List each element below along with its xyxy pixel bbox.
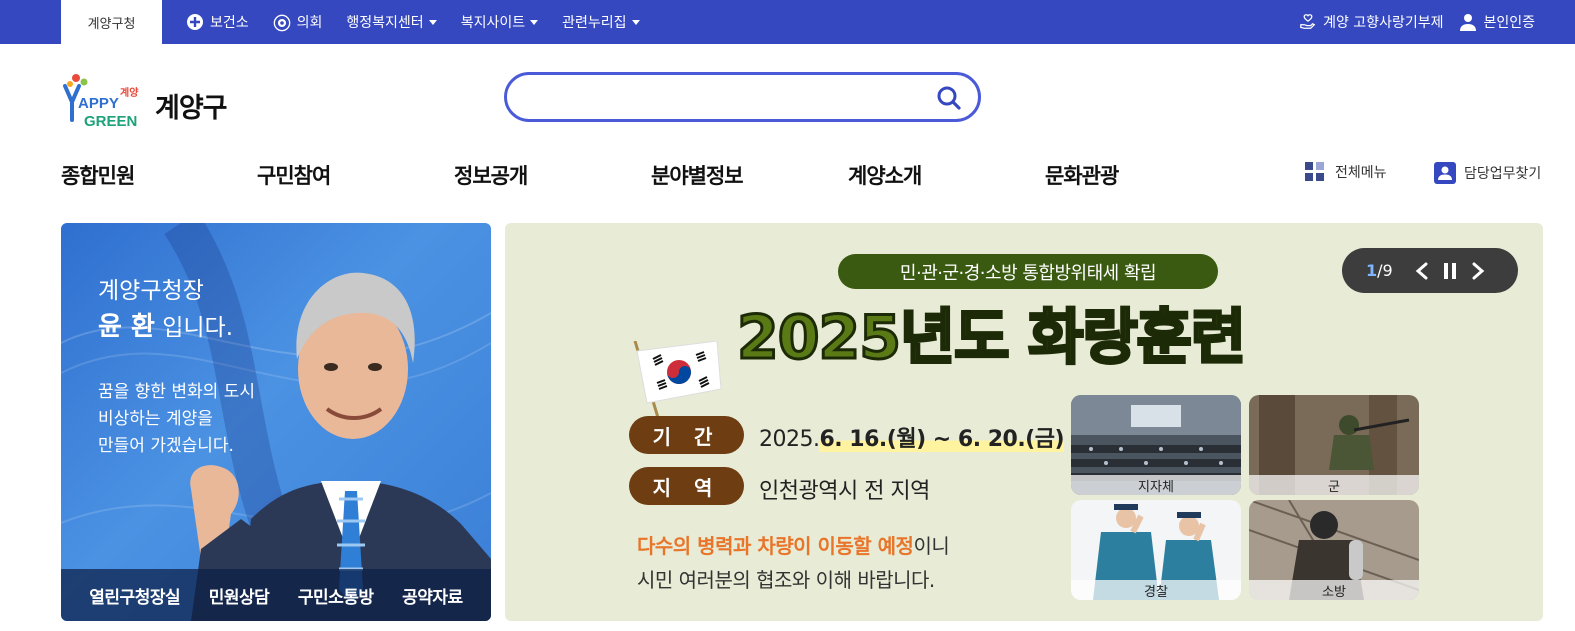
- korean-flag-icon: [633, 341, 722, 421]
- search-icon: [937, 86, 961, 110]
- logo-small-text: 계양: [120, 86, 139, 99]
- logo-happy-text: APPY: [78, 95, 119, 112]
- photo-military: 군: [1249, 395, 1419, 495]
- tab-gyeyang-office[interactable]: 계양구청: [61, 0, 162, 44]
- search-box: [504, 72, 981, 122]
- link-identity-verification-label: 본인인증: [1483, 15, 1535, 31]
- slider-controls: 1/9: [1342, 248, 1518, 293]
- dropdown-related-sites[interactable]: 관련누리집: [562, 12, 640, 32]
- dropdown-welfare-site[interactable]: 복지사이트: [460, 12, 539, 32]
- all-menu-label: 전체메뉴: [1335, 165, 1387, 181]
- staff-search-icon: [1434, 162, 1456, 184]
- mayor-name: 윤 환: [98, 312, 155, 342]
- period-value: 6. 16.(월) ~ 6. 20.(금): [819, 427, 1065, 452]
- nav-information[interactable]: 정보공개: [454, 160, 528, 190]
- all-menu-button[interactable]: 전체메뉴: [1305, 162, 1387, 182]
- dropdown-welfare-site-label: 복지사이트: [460, 15, 526, 31]
- mayor-name-suffix: 입니다.: [154, 315, 234, 341]
- banner-subtitle-pill: 민·관·군·경·소방 통합방위태세 확립: [838, 254, 1218, 289]
- link-communication-room[interactable]: 구민소통방: [298, 583, 374, 608]
- link-hometown-donation[interactable]: 계양 고향사랑기부제: [1299, 12, 1443, 32]
- nav-culture-tourism[interactable]: 문화관광: [1045, 160, 1119, 190]
- user-icon: [1459, 13, 1477, 31]
- site-logo[interactable]: APPY GREEN 계양 계양구: [62, 72, 262, 132]
- photo-fire-department: 소방: [1249, 500, 1419, 600]
- banner-headline: 2025년도 화랑훈련: [735, 302, 1247, 375]
- link-open-mayor-office[interactable]: 열린구청장실: [89, 583, 180, 608]
- caret-down-icon: [428, 19, 437, 25]
- pause-icon: [1444, 262, 1456, 279]
- donation-hand-icon: [1299, 13, 1317, 31]
- slogan-line-3: 만들어 가겠습니다.: [98, 436, 234, 456]
- site-title: 계양구: [155, 93, 228, 124]
- photo-local-government: 지자체: [1071, 395, 1241, 495]
- caret-down-icon: [631, 19, 640, 25]
- slide-counter: 1/9: [1366, 261, 1408, 280]
- link-health-center-label: 보건소: [210, 15, 249, 31]
- search-input[interactable]: [527, 85, 927, 111]
- chevron-right-icon: [1472, 262, 1485, 279]
- health-center-icon: [186, 13, 204, 31]
- link-identity-verification[interactable]: 본인인증: [1459, 12, 1535, 32]
- link-council[interactable]: 의회: [273, 12, 323, 32]
- slide-pause-button[interactable]: [1436, 257, 1464, 285]
- notice-line-2: 시민 여러분의 협조와 이해 바랍니다.: [637, 568, 935, 592]
- nav-about-gyeyang[interactable]: 계양소개: [848, 160, 922, 190]
- caret-down-icon: [530, 19, 539, 25]
- dropdown-admin-center-label: 행정복지센터: [346, 15, 424, 31]
- main-banner-slide[interactable]: 민·관·군·경·소방 통합방위태세 확립 2025년도 화랑훈련 기 간 202…: [505, 223, 1543, 621]
- period-badge: 기 간: [629, 416, 744, 454]
- photo-police: 경찰: [1071, 500, 1241, 600]
- find-duty-label: 담당업무찾기: [1464, 166, 1542, 182]
- period-prefix: 2025.: [759, 427, 820, 452]
- top-utility-bar: 계양구청 보건소 의회 행정복지센터 복지사이트 관련누리집 계양 고향사랑기부…: [0, 0, 1575, 44]
- notice-line-1: 다수의 병력과 차량이 이동할 예정이니: [637, 529, 950, 563]
- find-duty-button[interactable]: 담당업무찾기: [1434, 162, 1541, 184]
- mayor-greeting: 계양구청장 윤 환 입니다.: [98, 273, 233, 346]
- council-emblem-icon: [273, 13, 291, 32]
- mayor-panel[interactable]: 계양구청장 윤 환 입니다. 꿈을 향한 변화의 도시 비상하는 계양을 만들어…: [61, 223, 491, 621]
- mayor-quick-links: 열린구청장실 민원상담 구민소통방 공약자료: [61, 569, 491, 621]
- mayor-name-line: 윤 환 입니다.: [98, 309, 233, 346]
- banner-notice: 다수의 병력과 차량이 이동할 예정이니 시민 여러분의 협조와 이해 바랍니다…: [637, 529, 950, 597]
- top-right-links: 계양 고향사랑기부제 본인인증: [1283, 0, 1535, 44]
- photo-caption: 군: [1249, 475, 1419, 495]
- nav-participation[interactable]: 구민참여: [257, 160, 331, 190]
- link-health-center[interactable]: 보건소: [186, 12, 249, 32]
- slide-next-button[interactable]: [1464, 257, 1492, 285]
- nav-field-info[interactable]: 분야별정보: [651, 160, 744, 190]
- search-button[interactable]: [936, 85, 962, 111]
- region-badge: 지 역: [629, 467, 744, 505]
- photo-caption: 지자체: [1071, 475, 1241, 495]
- link-hometown-donation-label: 계양 고향사랑기부제: [1323, 15, 1444, 31]
- slogan-line-2: 비상하는 계양을: [98, 409, 213, 429]
- slide-prev-button[interactable]: [1408, 257, 1436, 285]
- link-pledge-materials[interactable]: 공약자료: [402, 583, 463, 608]
- photo-caption: 경찰: [1071, 580, 1241, 600]
- notice-highlight: 다수의 병력과 차량이 이동할 예정: [637, 534, 914, 558]
- logo-green-text: GREEN: [84, 113, 137, 130]
- photo-caption: 소방: [1249, 580, 1419, 600]
- happy-green-logo-icon: APPY GREEN 계양: [63, 74, 139, 130]
- slide-current: 1: [1366, 261, 1378, 280]
- top-links: 보건소 의회 행정복지센터 복지사이트 관련누리집: [186, 0, 664, 44]
- mayor-title-line: 계양구청장: [98, 278, 204, 304]
- slogan-line-1: 꿈을 향한 변화의 도시: [98, 382, 255, 402]
- nav-civil-service[interactable]: 종합민원: [61, 160, 135, 190]
- notice-line-1-rest: 이니: [913, 534, 950, 558]
- slide-total: 9: [1382, 261, 1393, 280]
- link-council-label: 의회: [296, 15, 323, 31]
- chevron-left-icon: [1415, 262, 1428, 279]
- dropdown-related-sites-label: 관련누리집: [562, 15, 627, 31]
- period-text: 2025.6. 16.(월) ~ 6. 20.(금): [759, 421, 1065, 453]
- grid-menu-icon: [1305, 162, 1324, 181]
- link-civil-consultation[interactable]: 민원상담: [209, 583, 270, 608]
- mayor-slogan: 꿈을 향한 변화의 도시 비상하는 계양을 만들어 가겠습니다.: [98, 379, 255, 460]
- dropdown-admin-center[interactable]: 행정복지센터: [346, 12, 437, 32]
- region-text: 인천광역시 전 지역: [759, 479, 930, 504]
